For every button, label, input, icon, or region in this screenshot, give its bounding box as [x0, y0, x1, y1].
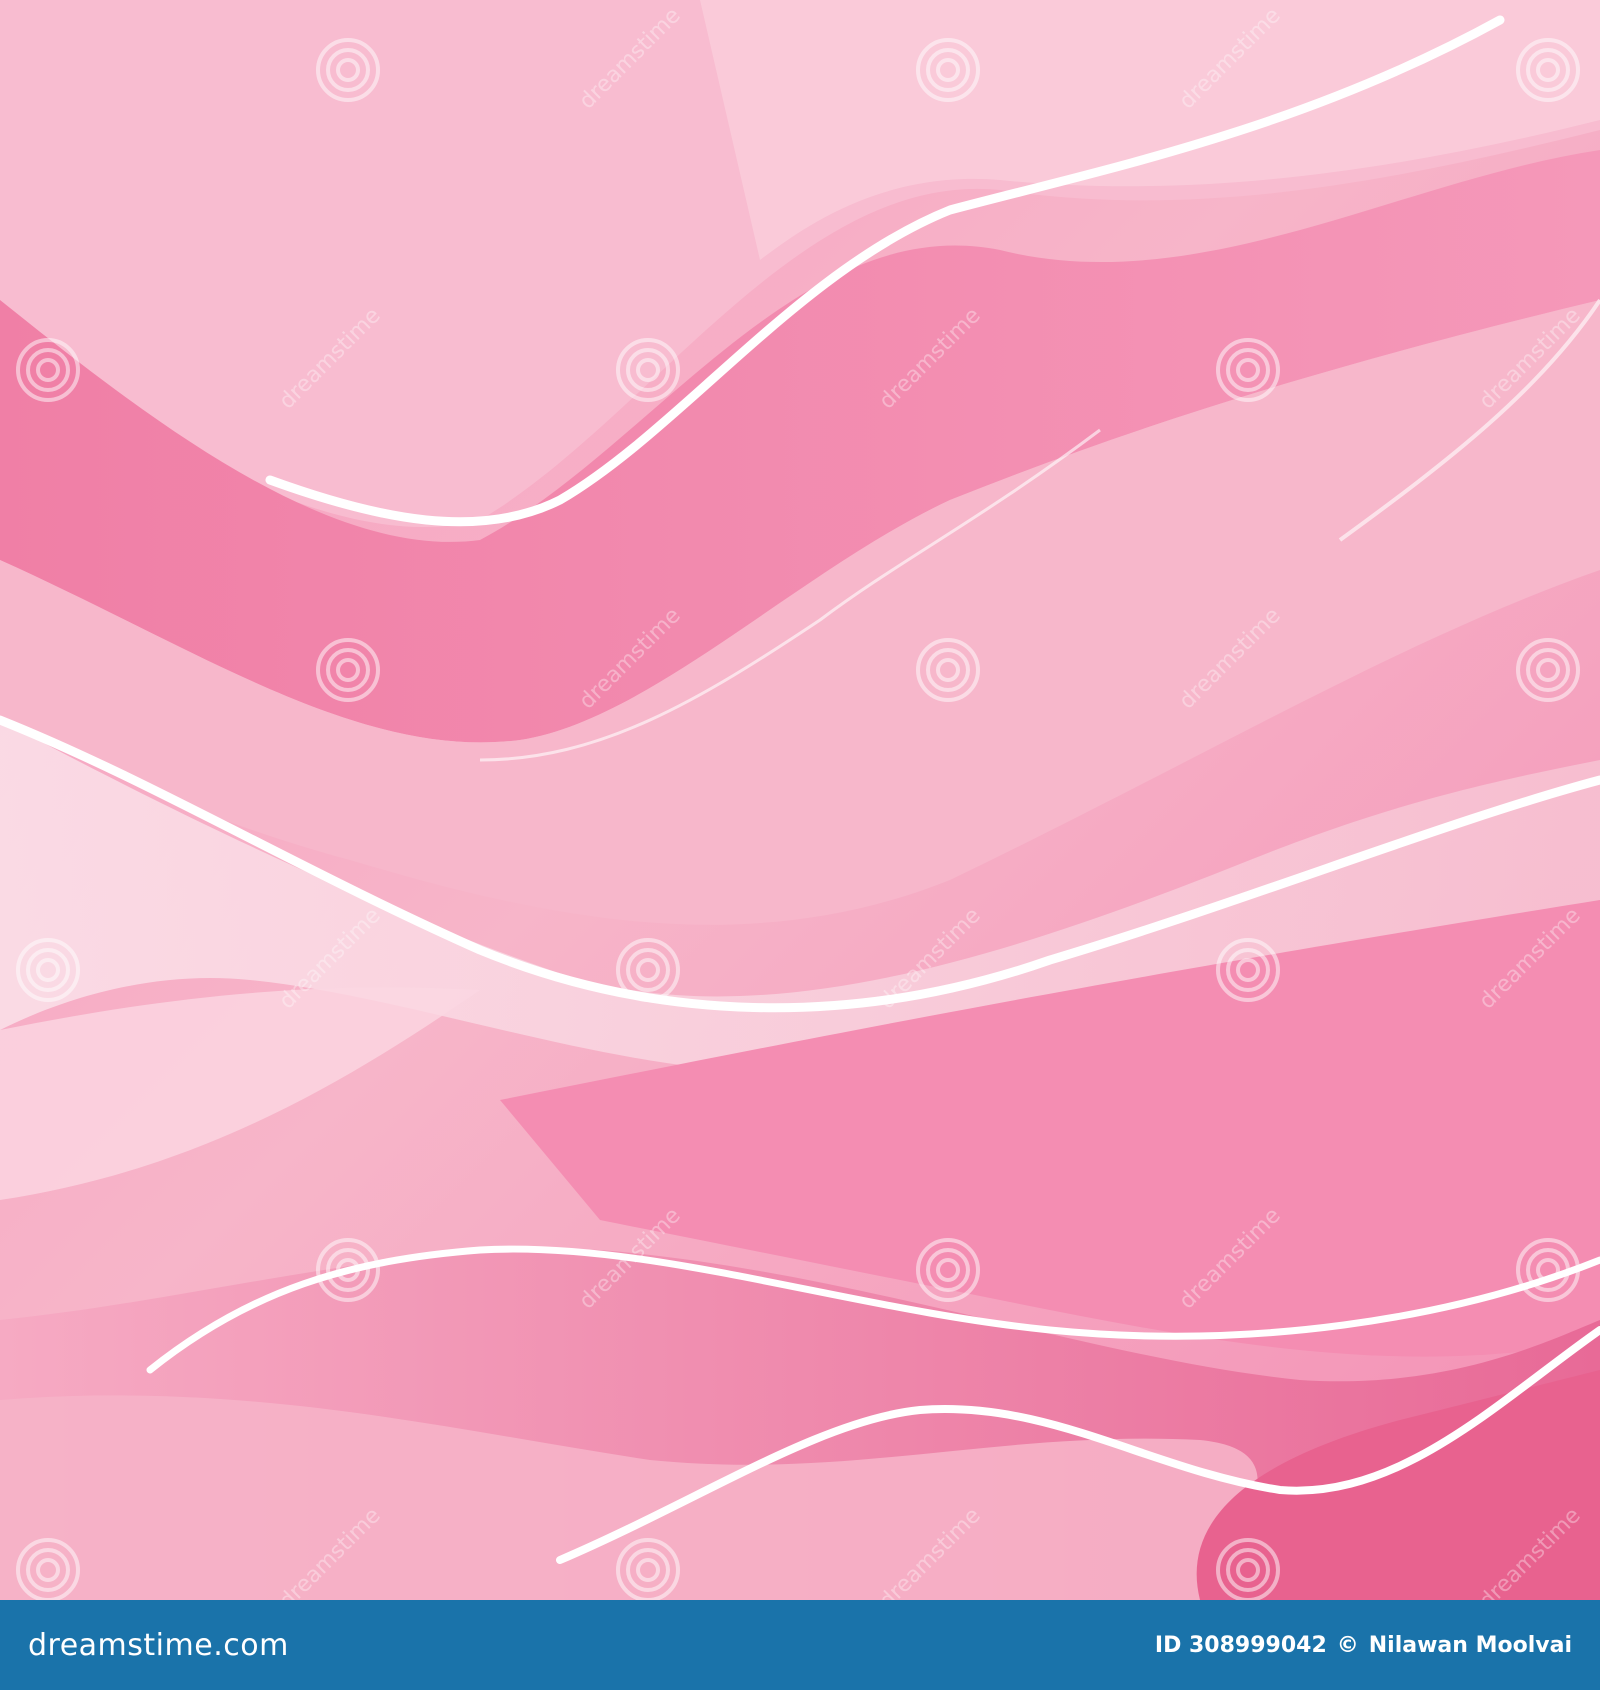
footer-logo-text[interactable]: dreamstime.com: [28, 1628, 289, 1663]
footer-bar: dreamstime.com ID 308999042 © Nilawan Mo…: [0, 1600, 1600, 1690]
image-id: ID 308999042: [1154, 1632, 1327, 1658]
footer-credit: ID 308999042 © Nilawan Moolvai: [1155, 1633, 1572, 1658]
stock-photo-page: dreamstime dreamstime dreamstime dreamstime…: [0, 0, 1600, 1690]
abstract-pink-waves-artwork: [0, 0, 1600, 1600]
author-name[interactable]: Nilawan Moolvai: [1369, 1633, 1572, 1658]
copyright-icon: ©: [1336, 1632, 1359, 1658]
